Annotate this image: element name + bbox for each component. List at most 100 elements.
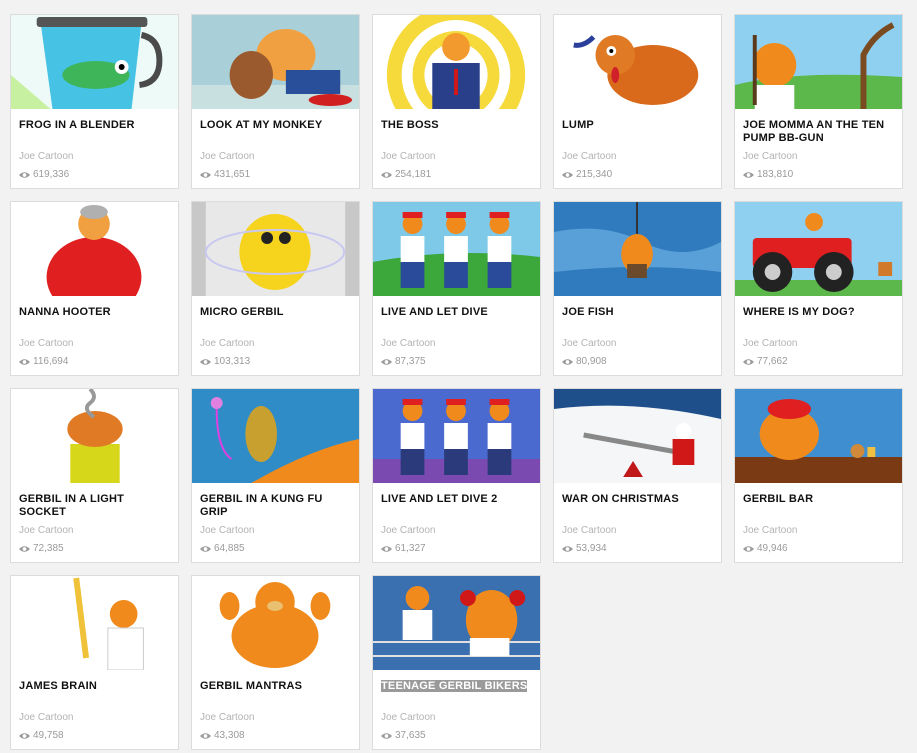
cartoon-card[interactable]: GERBIL IN A KUNG FU GRIP Joe Cartoon 64,…: [191, 388, 360, 563]
card-title[interactable]: GERBIL IN A KUNG FU GRIP: [200, 493, 351, 519]
judges-2-thumbnail[interactable]: [373, 389, 540, 483]
card-title[interactable]: WAR ON CHRISTMAS: [562, 493, 713, 506]
bb-gun-thumbnail[interactable]: [735, 15, 902, 109]
view-count-value: 254,181: [395, 169, 432, 180]
view-count-value: 87,375: [395, 356, 426, 367]
cartoon-card[interactable]: LOOK AT MY MONKEY Joe Cartoon 431,651: [191, 14, 360, 189]
view-count-value: 103,313: [214, 356, 251, 367]
cartoon-card[interactable]: LIVE AND LET DIVE 2 Joe Cartoon 61,327: [372, 388, 541, 563]
card-title[interactable]: TEENAGE GERBIL BIKERS: [381, 680, 532, 693]
card-author: Joe Cartoon: [200, 525, 255, 536]
lump-dog-thumbnail[interactable]: [554, 15, 721, 109]
card-author: Joe Cartoon: [381, 525, 436, 536]
card-author: Joe Cartoon: [562, 525, 617, 536]
christmas-thumbnail[interactable]: [554, 389, 721, 483]
eye-icon: [743, 358, 754, 365]
boss-thumbnail[interactable]: [373, 15, 540, 109]
cartoon-card[interactable]: JOE FISH Joe Cartoon 80,908: [553, 201, 722, 376]
eye-icon: [381, 358, 392, 365]
card-author: Joe Cartoon: [200, 151, 255, 162]
cartoon-card[interactable]: GERBIL IN A LIGHT SOCKET Joe Cartoon 72,…: [10, 388, 179, 563]
eye-icon: [19, 358, 30, 365]
joe-fish-thumbnail[interactable]: [554, 202, 721, 296]
view-count: 431,651: [200, 169, 250, 180]
card-title-selected-text[interactable]: TEENAGE GERBIL BIKERS: [381, 680, 528, 692]
card-title[interactable]: JOE MOMMA AN THE TEN PUMP BB-GUN: [743, 119, 894, 145]
cartoon-card[interactable]: MICRO GERBIL Joe Cartoon 103,313: [191, 201, 360, 376]
eye-icon: [562, 171, 573, 178]
card-author: Joe Cartoon: [562, 338, 617, 349]
card-title[interactable]: JAMES BRAIN: [19, 680, 170, 693]
view-count-value: 215,340: [576, 169, 613, 180]
card-author: Joe Cartoon: [19, 525, 74, 536]
card-title[interactable]: GERBIL IN A LIGHT SOCKET: [19, 493, 170, 519]
card-author: Joe Cartoon: [743, 338, 798, 349]
card-title[interactable]: JOE FISH: [562, 306, 713, 319]
view-count: 619,336: [19, 169, 69, 180]
monkey-thumbnail[interactable]: [192, 15, 359, 109]
gerbil-mantras-thumbnail[interactable]: [192, 576, 359, 670]
kung-fu-grip-thumbnail[interactable]: [192, 389, 359, 483]
judges-thumbnail[interactable]: [373, 202, 540, 296]
card-title[interactable]: LIVE AND LET DIVE 2: [381, 493, 532, 506]
card-title[interactable]: LOOK AT MY MONKEY: [200, 119, 351, 132]
eye-icon: [562, 358, 573, 365]
card-author: Joe Cartoon: [381, 338, 436, 349]
eye-icon: [743, 545, 754, 552]
card-title[interactable]: GERBIL MANTRAS: [200, 680, 351, 693]
view-count-value: 80,908: [576, 356, 607, 367]
view-count: 77,662: [743, 356, 788, 367]
monster-truck-thumbnail[interactable]: [735, 202, 902, 296]
card-title[interactable]: NANNA HOOTER: [19, 306, 170, 319]
card-author: Joe Cartoon: [381, 151, 436, 162]
card-title[interactable]: MICRO GERBIL: [200, 306, 351, 319]
card-title[interactable]: FROG IN A BLENDER: [19, 119, 170, 132]
view-count-value: 116,694: [33, 356, 69, 367]
cartoon-card[interactable]: LUMP Joe Cartoon 215,340: [553, 14, 722, 189]
eye-icon: [19, 732, 30, 739]
view-count-value: 72,385: [33, 543, 64, 554]
cartoon-card[interactable]: THE BOSS Joe Cartoon 254,181: [372, 14, 541, 189]
cartoon-card[interactable]: JOE MOMMA AN THE TEN PUMP BB-GUN Joe Car…: [734, 14, 903, 189]
james-brain-thumbnail[interactable]: [11, 576, 178, 670]
cartoon-card[interactable]: WAR ON CHRISTMAS Joe Cartoon 53,934: [553, 388, 722, 563]
cartoon-card[interactable]: TEENAGE GERBIL BIKERS Joe Cartoon 37,635: [372, 575, 541, 750]
card-title[interactable]: GERBIL BAR: [743, 493, 894, 506]
micro-gerbil-thumbnail[interactable]: [192, 202, 359, 296]
view-count: 254,181: [381, 169, 431, 180]
view-count: 49,946: [743, 543, 788, 554]
eye-icon: [562, 545, 573, 552]
cartoon-card[interactable]: WHERE IS MY DOG? Joe Cartoon 77,662: [734, 201, 903, 376]
nanna-thumbnail[interactable]: [11, 202, 178, 296]
light-socket-thumbnail[interactable]: [11, 389, 178, 483]
card-author: Joe Cartoon: [19, 151, 74, 162]
card-author: Joe Cartoon: [743, 151, 798, 162]
card-title[interactable]: THE BOSS: [381, 119, 532, 132]
view-count: 64,885: [200, 543, 245, 554]
view-count-value: 77,662: [757, 356, 788, 367]
frog-blender-thumbnail[interactable]: [11, 15, 178, 109]
cartoon-card[interactable]: LIVE AND LET DIVE Joe Cartoon 87,375: [372, 201, 541, 376]
bikers-thumbnail[interactable]: [373, 576, 540, 670]
cartoon-card[interactable]: NANNA HOOTER Joe Cartoon 116,694: [10, 201, 179, 376]
view-count: 80,908: [562, 356, 607, 367]
view-count: 37,635: [381, 730, 426, 741]
gerbil-bar-thumbnail[interactable]: [735, 389, 902, 483]
view-count-value: 183,810: [757, 169, 794, 180]
card-title[interactable]: WHERE IS MY DOG?: [743, 306, 894, 319]
eye-icon: [743, 171, 754, 178]
eye-icon: [381, 545, 392, 552]
view-count-value: 37,635: [395, 730, 426, 741]
cartoon-card[interactable]: GERBIL MANTRAS Joe Cartoon 43,308: [191, 575, 360, 750]
view-count: 53,934: [562, 543, 607, 554]
card-title[interactable]: LIVE AND LET DIVE: [381, 306, 532, 319]
cartoon-card[interactable]: FROG IN A BLENDER Joe Cartoon 619,336: [10, 14, 179, 189]
view-count-value: 64,885: [214, 543, 245, 554]
view-count-value: 49,946: [757, 543, 788, 554]
cartoon-grid: FROG IN A BLENDER Joe Cartoon 619,336 LO…: [10, 14, 903, 750]
card-author: Joe Cartoon: [743, 525, 798, 536]
card-title[interactable]: LUMP: [562, 119, 713, 132]
cartoon-card[interactable]: GERBIL BAR Joe Cartoon 49,946: [734, 388, 903, 563]
cartoon-card[interactable]: JAMES BRAIN Joe Cartoon 49,758: [10, 575, 179, 750]
view-count-value: 49,758: [33, 730, 64, 741]
